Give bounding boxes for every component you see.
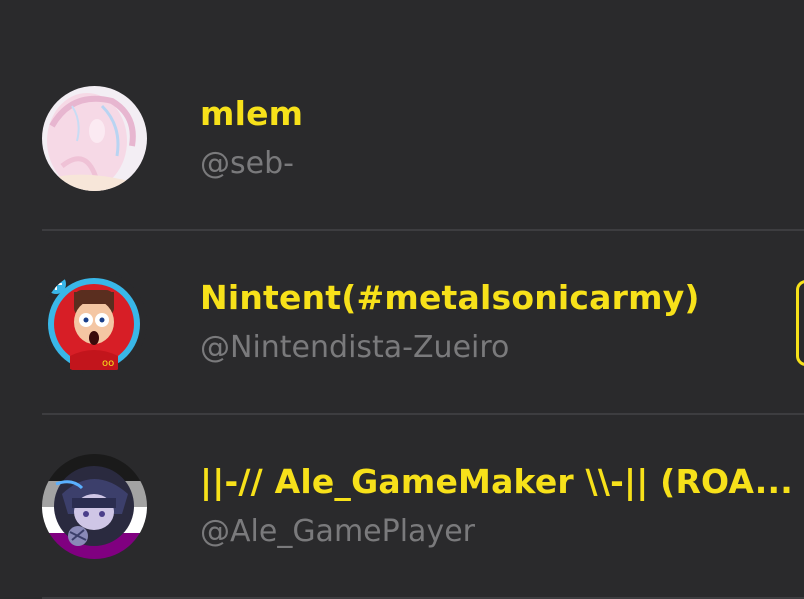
user-row[interactable]: ||-// Ale_GameMaker \\-|| (ROA... @Ale_G… — [0, 414, 804, 598]
svg-text:oo: oo — [102, 358, 114, 369]
avatar[interactable] — [42, 454, 147, 559]
username: @seb- — [200, 146, 294, 181]
avatar[interactable]: oo — [42, 270, 147, 375]
username: @Ale_GamePlayer — [200, 514, 475, 549]
user-row[interactable]: oo Nintent(#metalsonicarmy) @Nintendista… — [0, 230, 804, 414]
display-name: mlem — [200, 94, 304, 133]
display-name: Nintent(#metalsonicarmy) — [200, 278, 700, 317]
avatar[interactable] — [42, 86, 147, 191]
side-panel-tab[interactable] — [796, 280, 804, 366]
display-name: ||-// Ale_GameMaker \\-|| (ROA... — [200, 462, 793, 501]
username: @Nintendista-Zueiro — [200, 330, 510, 365]
user-list: mlem @seb- oo Nintent(#metalsonicarmy) @… — [0, 0, 804, 599]
user-row[interactable]: mlem @seb- — [0, 46, 804, 230]
